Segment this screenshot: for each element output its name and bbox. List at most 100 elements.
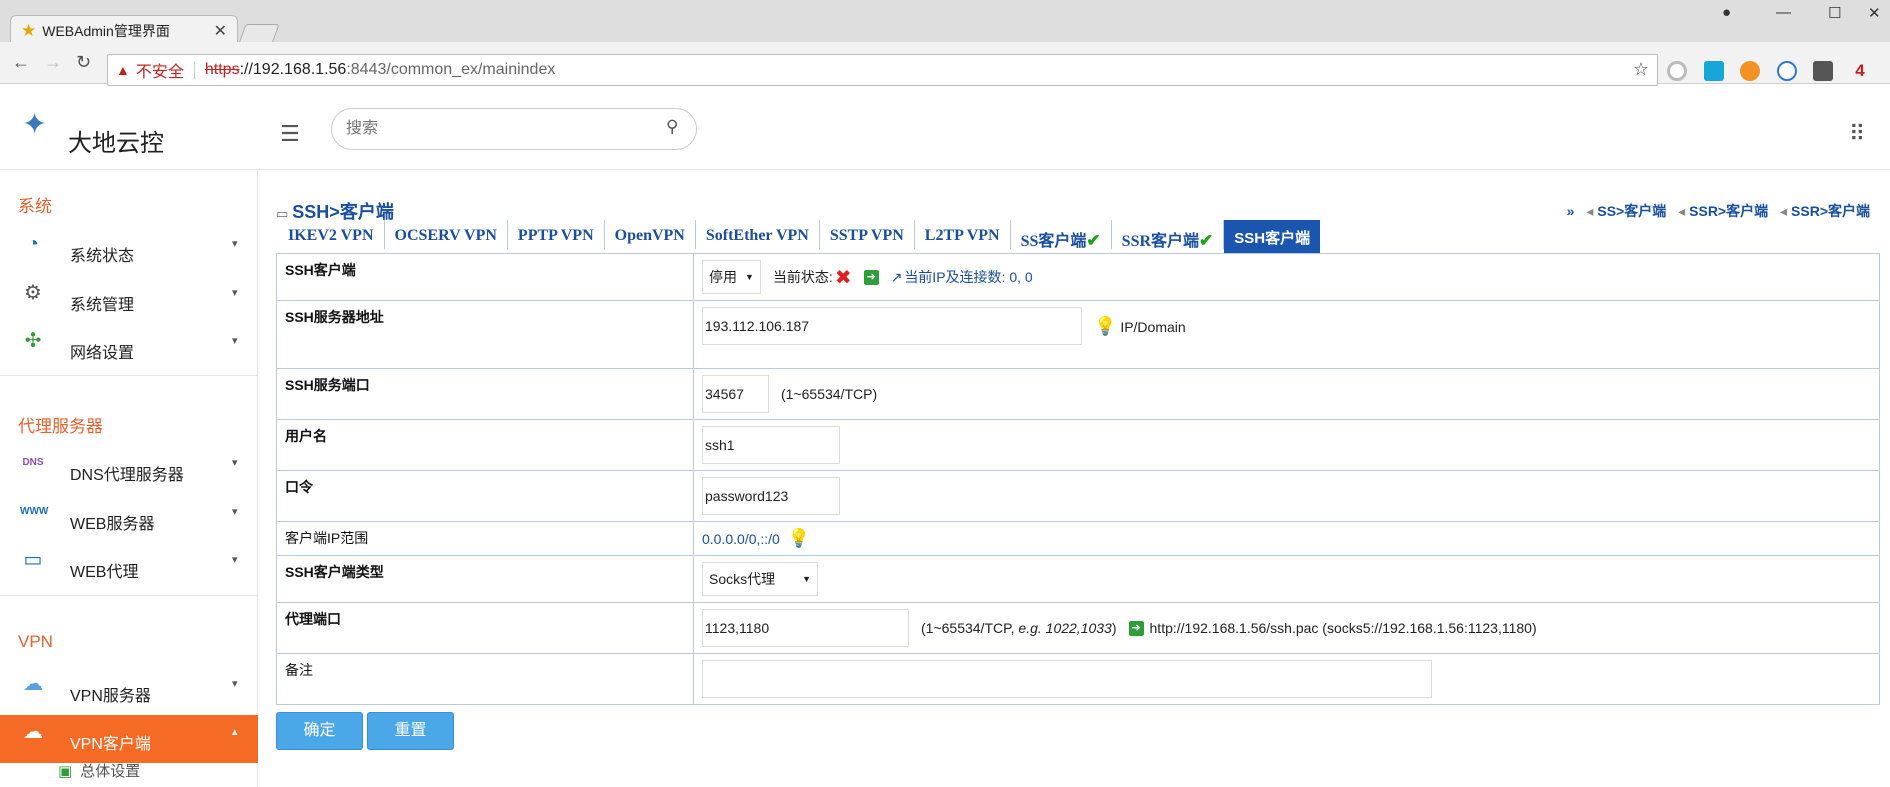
app: ✦ 大地云控 ☰ ⚲ ⠿ 系统 ◔ 系统状态 ▾ ⚙ 系统管理 ▾ ✣ 网络设置… [0, 85, 1890, 787]
link-ssr-client-2[interactable]: ◂ SSR>客户端 [1776, 203, 1870, 219]
sidebar-item-system-status[interactable]: ◔ 系统状态 ▾ [0, 227, 258, 269]
chevron-up-icon: ▴ [232, 726, 238, 738]
link-ssr-client[interactable]: ◂ SSR>客户端 [1674, 203, 1768, 219]
protocol-links: » ◂ SS>客户端 ◂ SSR>客户端 ◂ SSR>客户端 [1563, 201, 1870, 221]
apps-grid-icon[interactable]: ⠿ [1849, 121, 1865, 147]
status-select[interactable]: 停用 ▼ [702, 260, 761, 294]
checkmark-icon: ✔ [1086, 231, 1101, 250]
dropdown-arrow-icon: ▼ [802, 574, 811, 584]
ssh-client-form: SSH客户端 停用 ▼ 当前状态: ✖ ➜ ↗ 当前IP及连接数: 0, 0 SSH… [276, 253, 1880, 705]
back-arrow-icon[interactable]: ← [12, 52, 30, 73]
client-type-select[interactable]: Socks代理 ▼ [702, 562, 818, 596]
tab-l2tp[interactable]: L2TP VPN [915, 220, 1011, 249]
extension-4-icon[interactable]: 4 [1850, 61, 1870, 81]
cloud-lightning-icon: ☁ [23, 673, 43, 695]
tab-sstp[interactable]: SSTP VPN [820, 220, 915, 249]
sidebar-item-label: 网络设置 [70, 345, 135, 362]
url-host: ://192.168.1.56 [239, 61, 347, 78]
sidebar-item-vpn-server[interactable]: ☁ VPN服务器 ▾ [0, 667, 258, 709]
chevron-down-icon: ▾ [232, 287, 238, 299]
insecure-label[interactable]: 不安全 [136, 58, 184, 82]
dropdown-arrow-icon: ▼ [745, 272, 754, 282]
search-input[interactable] [331, 108, 697, 150]
username-input[interactable] [702, 426, 840, 464]
browser-titlebar: ★ WEBAdmin管理界面 ✕ ● — ☐ ✕ [0, 0, 1890, 45]
browser-tab[interactable]: ★ WEBAdmin管理界面 ✕ [10, 15, 238, 45]
bookmark-star-icon[interactable]: ☆ [1633, 59, 1649, 80]
form-label: SSH服务器地址 [276, 300, 694, 369]
proxy-port-hint-b: ) [1111, 620, 1117, 636]
form-value [693, 470, 1880, 522]
extension-qr-icon[interactable] [1704, 61, 1724, 81]
link-label: SSR>客户端 [1791, 203, 1870, 219]
current-status-label: 当前状态: [772, 269, 833, 285]
sidebar-item-web-proxy[interactable]: ▭ WEB代理 ▾ [0, 543, 258, 585]
form-value: 💡 IP/Domain [693, 300, 1880, 369]
logo-icon: ✦ [22, 108, 48, 141]
tab-ssr-client[interactable]: SSR客户端✔ [1112, 220, 1225, 250]
confirm-button[interactable]: 确定 [276, 712, 363, 750]
password-input[interactable] [702, 477, 840, 515]
minimize-icon[interactable]: — [1776, 4, 1791, 21]
tab-ssh-client[interactable]: SSH客户端 [1224, 220, 1321, 253]
sidebar-item-web-server[interactable]: WWW WEB服务器 ▾ [0, 495, 258, 537]
form-value: 停用 ▼ 当前状态: ✖ ➜ ↗ 当前IP及连接数: 0, 0 [693, 253, 1880, 301]
tab-openvpn[interactable]: OpenVPN [605, 220, 696, 249]
sidebar-item-system-management[interactable]: ⚙ 系统管理 ▾ [0, 276, 258, 318]
sidebar-section-vpn: VPN [18, 632, 53, 651]
tab-ss-client[interactable]: SS客户端✔ [1011, 220, 1112, 250]
lightbulb-icon: 💡 [1094, 315, 1117, 336]
sidebar-item-dns-proxy[interactable]: DNS DNS代理服务器 ▾ [0, 446, 258, 488]
forward-arrow-icon[interactable]: → [44, 52, 62, 73]
search-icon[interactable]: ⚲ [666, 117, 678, 137]
window-close-icon[interactable]: ✕ [1868, 4, 1881, 22]
form-label: 口令 [276, 470, 694, 522]
extension-tiger-icon[interactable] [1740, 61, 1760, 81]
proxy-port-hint-a: (1~65534/TCP, [921, 620, 1019, 636]
user-profile-icon[interactable]: ● [1722, 4, 1731, 21]
router-icon: ▭ [276, 206, 289, 221]
url-bar[interactable]: ▲ 不安全 https ://192.168.1.56 :8443/common… [107, 54, 1658, 86]
tab-softether[interactable]: SoftEther VPN [696, 220, 820, 249]
monitor-icon: ▭ [23, 549, 43, 571]
remark-input[interactable] [702, 660, 1432, 698]
tab-pptp[interactable]: PPTP VPN [508, 220, 605, 249]
sidebar-item-label: 系统管理 [70, 297, 135, 314]
sidebar: 系统 ◔ 系统状态 ▾ ⚙ 系统管理 ▾ ✣ 网络设置 ▾ 代理服务器 DNS … [0, 170, 258, 787]
sidebar-item-network-settings[interactable]: ✣ 网络设置 ▾ [0, 324, 258, 366]
tab-close-icon[interactable]: ✕ [214, 21, 227, 41]
reload-icon[interactable]: ↻ [76, 52, 91, 73]
extension-chrome-icon[interactable] [1777, 61, 1797, 81]
client-type-value: Socks代理 [709, 571, 776, 587]
form-label: 备注 [276, 653, 694, 705]
sidebar-item-label: VPN客户端 [70, 736, 151, 753]
tab-ikev2[interactable]: IKEV2 VPN [278, 220, 385, 249]
sidebar-item-vpn-client[interactable]: ☁ VPN客户端 ▴ [0, 715, 258, 763]
link-ss-client[interactable]: ◂ SS>客户端 [1582, 203, 1666, 219]
extension-01-icon[interactable] [1813, 61, 1833, 81]
sidebar-item-label: DNS代理服务器 [70, 467, 184, 484]
vpn-tabs: IKEV2 VPN OCSERV VPN PPTP VPN OpenVPN So… [278, 220, 1321, 253]
form-value: (1~65534/TCP) [693, 368, 1880, 420]
maximize-icon[interactable]: ☐ [1828, 4, 1841, 22]
form-row-remark: 备注 [276, 653, 1880, 705]
new-tab-button[interactable] [238, 24, 280, 44]
chart-icon: ↗ [890, 269, 903, 285]
tab-ocserv[interactable]: OCSERV VPN [385, 220, 508, 249]
pac-arrow-icon[interactable]: ➜ [1128, 620, 1144, 636]
dns-icon: DNS [22, 457, 44, 468]
sidebar-subitem-general-settings[interactable]: ▣ 总体设置 [58, 760, 140, 781]
hamburger-menu-icon[interactable]: ☰ [280, 121, 300, 147]
proxy-port-input[interactable] [702, 609, 909, 647]
start-arrow-icon[interactable]: ➜ [863, 269, 879, 285]
proxy-port-hint: (1~65534/TCP, e.g. 1022,1033) [921, 620, 1117, 636]
ip-range-link[interactable]: 0.0.0.0/0,::/0 [702, 531, 780, 547]
server-address-input[interactable] [702, 307, 1082, 345]
server-port-input[interactable] [702, 375, 769, 413]
extension-circle-icon[interactable] [1667, 61, 1687, 81]
chevron-down-icon: ▾ [232, 238, 238, 250]
ip-connections-link[interactable]: ↗ 当前IP及连接数: 0, 0 [891, 267, 1033, 287]
chevron-down-icon: ▾ [232, 678, 238, 690]
proxy-port-hint-example: e.g. 1022,1033 [1018, 620, 1112, 636]
reset-button[interactable]: 重置 [367, 712, 454, 750]
